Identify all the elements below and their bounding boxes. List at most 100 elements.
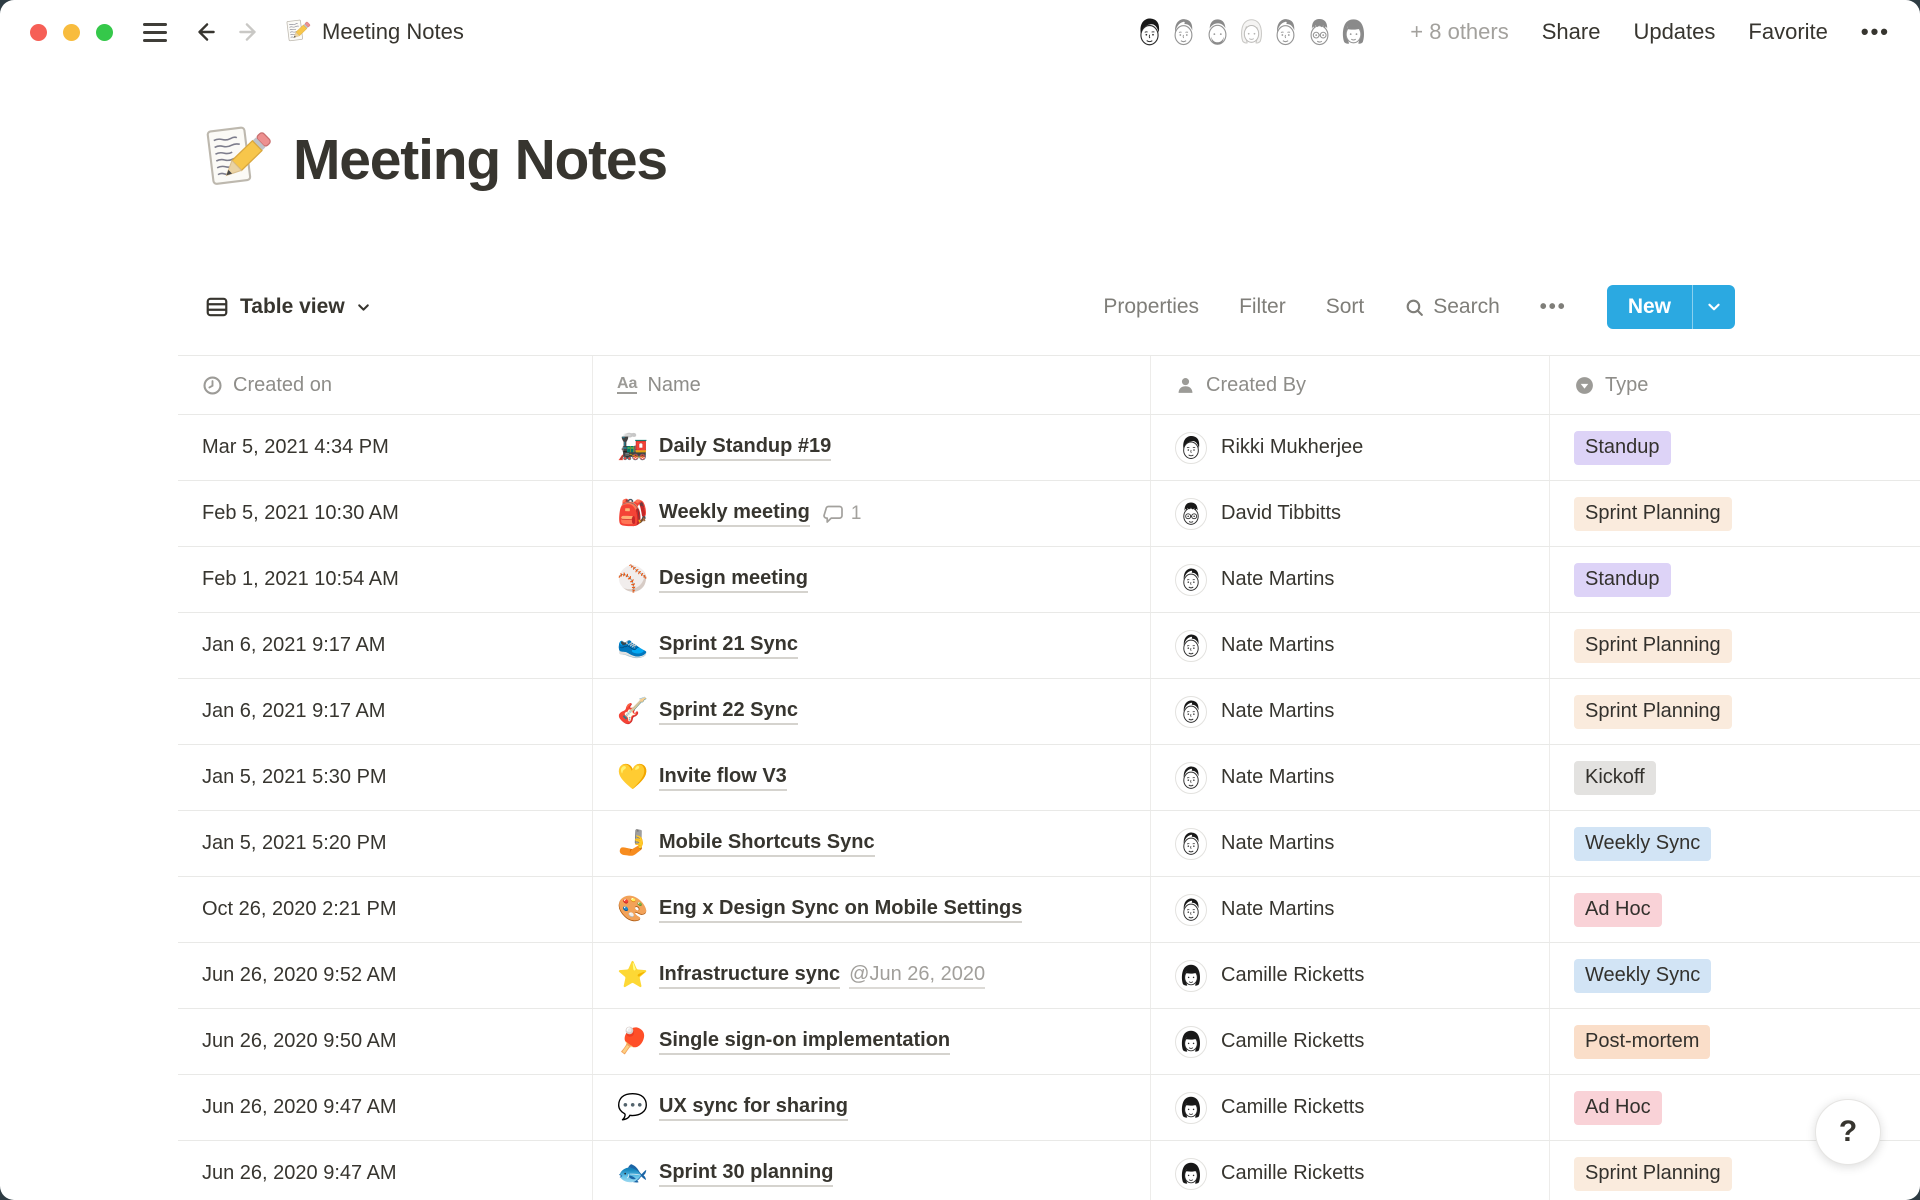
type-badge: Ad Hoc (1574, 1091, 1662, 1125)
cell-created-by[interactable]: Camille Ricketts (1151, 1075, 1550, 1140)
forward-arrow-icon[interactable] (235, 19, 261, 45)
table-row: Mar 5, 2021 4:34 PM 🚂 Daily Standup #19 … (178, 415, 1920, 481)
table-row: Jan 6, 2021 9:17 AM 👟 Sprint 21 Sync Nat… (178, 613, 1920, 679)
cell-name[interactable]: 💛 Invite flow V3 (593, 745, 1151, 810)
cell-name[interactable]: 🚂 Daily Standup #19 (593, 415, 1151, 480)
cell-type[interactable]: Sprint Planning (1550, 679, 1920, 744)
cell-created-on[interactable]: Jun 26, 2020 9:47 AM (178, 1141, 593, 1200)
creator-avatar (1175, 1092, 1207, 1124)
page-title-link[interactable]: Daily Standup #19 (659, 435, 831, 461)
share-button[interactable]: Share (1542, 19, 1601, 45)
page-title-link[interactable]: Sprint 22 Sync (659, 699, 798, 725)
page-emoji-icon: 💛 (617, 765, 649, 790)
cell-created-on[interactable]: Feb 5, 2021 10:30 AM (178, 481, 593, 546)
collaborators-overflow-label[interactable]: + 8 others (1410, 19, 1508, 45)
creator-name: Camille Ricketts (1221, 964, 1364, 987)
cell-name[interactable]: 🎸 Sprint 22 Sync (593, 679, 1151, 744)
cell-created-on[interactable]: Jan 5, 2021 5:30 PM (178, 745, 593, 810)
cell-type[interactable]: Sprint Planning (1550, 613, 1920, 678)
cell-type[interactable]: Standup (1550, 547, 1920, 612)
properties-button[interactable]: Properties (1103, 295, 1199, 319)
cell-created-by[interactable]: Camille Ricketts (1151, 1009, 1550, 1074)
column-header-name[interactable]: Aa Name (593, 356, 1151, 414)
cell-created-by[interactable]: Nate Martins (1151, 745, 1550, 810)
filter-button[interactable]: Filter (1239, 295, 1286, 319)
column-header-type[interactable]: Type (1550, 356, 1920, 414)
cell-created-on[interactable]: Feb 1, 2021 10:54 AM (178, 547, 593, 612)
cell-name[interactable]: 🏓 Single sign-on implementation (593, 1009, 1151, 1074)
page-title-link[interactable]: Eng x Design Sync on Mobile Settings (659, 897, 1022, 923)
column-header-created-on[interactable]: Created on (178, 356, 593, 414)
page-title-link[interactable]: Invite flow V3 (659, 765, 787, 791)
close-window-button[interactable] (30, 24, 47, 41)
cell-name[interactable]: 🤳 Mobile Shortcuts Sync (593, 811, 1151, 876)
sidebar-menu-icon[interactable] (143, 23, 167, 42)
favorite-button[interactable]: Favorite (1748, 19, 1827, 45)
cell-type[interactable]: Standup (1550, 415, 1920, 480)
cell-created-by[interactable]: Nate Martins (1151, 679, 1550, 744)
search-button[interactable]: Search (1404, 295, 1500, 319)
new-dropdown-button[interactable] (1693, 285, 1735, 329)
cell-created-by[interactable]: Nate Martins (1151, 811, 1550, 876)
more-options-icon[interactable]: ••• (1861, 19, 1890, 45)
cell-type[interactable]: Weekly Sync (1550, 943, 1920, 1008)
memo-page-icon-large[interactable] (197, 122, 273, 198)
cell-name[interactable]: 🎨 Eng x Design Sync on Mobile Settings (593, 877, 1151, 942)
cell-created-by[interactable]: Camille Ricketts (1151, 943, 1550, 1008)
toolbar-more-icon[interactable]: ••• (1540, 296, 1567, 319)
cell-type[interactable]: Weekly Sync (1550, 811, 1920, 876)
page-title-link[interactable]: Sprint 30 planning (659, 1161, 833, 1187)
updates-button[interactable]: Updates (1633, 19, 1715, 45)
cell-created-on[interactable]: Jan 6, 2021 9:17 AM (178, 679, 593, 744)
page-title-link[interactable]: Weekly meeting (659, 501, 810, 527)
page-title-link[interactable]: Infrastructure sync (659, 963, 840, 989)
cell-name[interactable]: 👟 Sprint 21 Sync (593, 613, 1151, 678)
page-emoji-icon: 👟 (617, 633, 649, 658)
page-title-link[interactable]: UX sync for sharing (659, 1095, 848, 1121)
zoom-window-button[interactable] (96, 24, 113, 41)
cell-created-on[interactable]: Jun 26, 2020 9:52 AM (178, 943, 593, 1008)
type-badge: Sprint Planning (1574, 1157, 1732, 1191)
cell-type[interactable]: Post-mortem (1550, 1009, 1920, 1074)
cell-created-on[interactable]: Jan 5, 2021 5:20 PM (178, 811, 593, 876)
cell-created-by[interactable]: Nate Martins (1151, 877, 1550, 942)
page-title[interactable]: Meeting Notes (293, 127, 667, 193)
cell-created-on[interactable]: Jun 26, 2020 9:50 AM (178, 1009, 593, 1074)
cell-type[interactable]: Sprint Planning (1550, 481, 1920, 546)
cell-created-on[interactable]: Jan 6, 2021 9:17 AM (178, 613, 593, 678)
type-badge: Sprint Planning (1574, 629, 1732, 663)
cell-type[interactable]: Ad Hoc (1550, 877, 1920, 942)
cell-name[interactable]: 🎒 Weekly meeting 1 (593, 481, 1151, 546)
cell-name[interactable]: ⚾ Design meeting (593, 547, 1151, 612)
cell-created-by[interactable]: Rikki Mukherjee (1151, 415, 1550, 480)
table-row: Jan 6, 2021 9:17 AM 🎸 Sprint 22 Sync Nat… (178, 679, 1920, 745)
column-label: Type (1605, 374, 1648, 397)
cell-created-on[interactable]: Jun 26, 2020 9:47 AM (178, 1075, 593, 1140)
back-arrow-icon[interactable] (193, 19, 219, 45)
help-button[interactable]: ? (1815, 1099, 1881, 1165)
cell-created-by[interactable]: Nate Martins (1151, 547, 1550, 612)
cell-created-on[interactable]: Oct 26, 2020 2:21 PM (178, 877, 593, 942)
page-title-link[interactable]: Design meeting (659, 567, 808, 593)
collaborator-avatar[interactable] (1334, 13, 1373, 52)
cell-name[interactable]: 🐟 Sprint 30 planning (593, 1141, 1151, 1200)
cell-name[interactable]: ⭐ Infrastructure sync @Jun 26, 2020 (593, 943, 1151, 1008)
page-title-link[interactable]: Mobile Shortcuts Sync (659, 831, 875, 857)
cell-name[interactable]: 💬 UX sync for sharing (593, 1075, 1151, 1140)
new-button[interactable]: New (1607, 285, 1692, 329)
cell-created-by[interactable]: David Tibbitts (1151, 481, 1550, 546)
cell-created-by[interactable]: Nate Martins (1151, 613, 1550, 678)
date-mention[interactable]: @Jun 26, 2020 (849, 963, 985, 989)
view-switcher[interactable]: Table view (205, 284, 371, 330)
created-on-value: Mar 5, 2021 4:34 PM (202, 436, 389, 459)
cell-created-by[interactable]: Camille Ricketts (1151, 1141, 1550, 1200)
cell-created-on[interactable]: Mar 5, 2021 4:34 PM (178, 415, 593, 480)
breadcrumb[interactable]: Meeting Notes (283, 18, 464, 46)
minimize-window-button[interactable] (63, 24, 80, 41)
page-title-link[interactable]: Single sign-on implementation (659, 1029, 950, 1055)
column-header-created-by[interactable]: Created By (1151, 356, 1550, 414)
page-title-link[interactable]: Sprint 21 Sync (659, 633, 798, 659)
sort-button[interactable]: Sort (1326, 295, 1365, 319)
cell-type[interactable]: Kickoff (1550, 745, 1920, 810)
type-badge: Standup (1574, 563, 1671, 597)
